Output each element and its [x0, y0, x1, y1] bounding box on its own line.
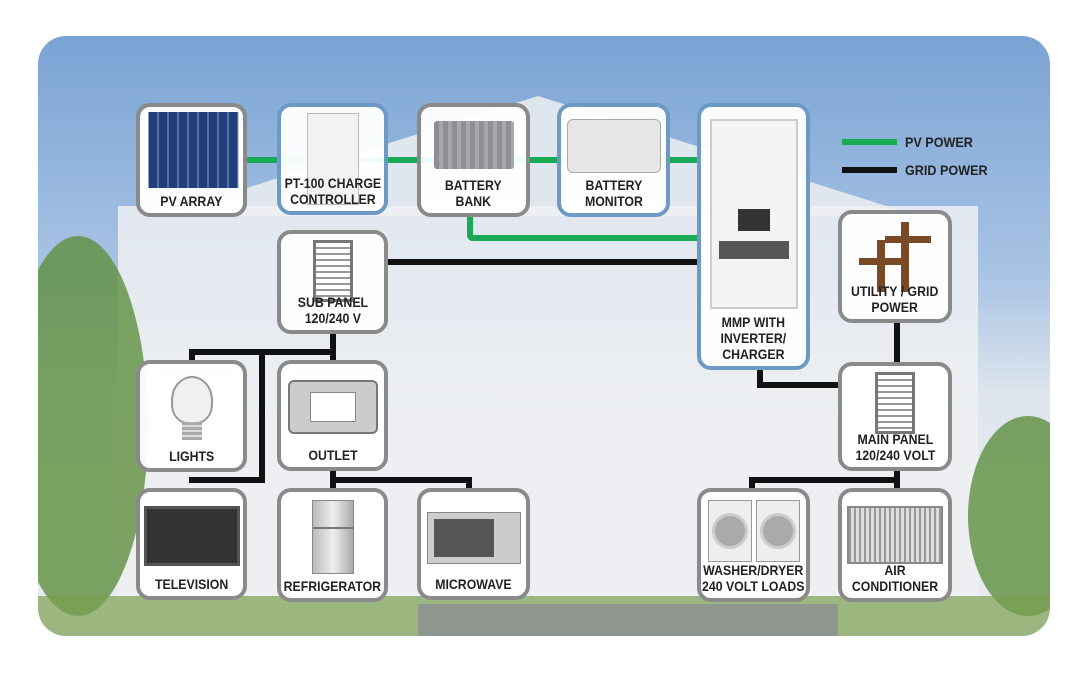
- battery-monitor-label-1: BATTERY: [585, 177, 642, 193]
- battery-bank-label-2: BANK: [455, 193, 492, 209]
- sub-panel-node: SUB PANEL 120/240 V: [277, 230, 388, 334]
- breaker-panel-icon: [875, 372, 915, 434]
- mmp-inverter-node: MMP WITH INVERTER/CHARGER: [697, 103, 810, 370]
- battery-bank-node: BATTERY BANK: [417, 103, 530, 217]
- main-panel-label-1: MAIN PANEL: [857, 431, 933, 447]
- charge-controller-node: PT-100 CHARGE CONTROLLER: [277, 103, 388, 215]
- outlet-label: OUTLET: [307, 447, 358, 463]
- legend-pv-label: PV POWER: [905, 134, 973, 150]
- battery-monitor-label-2: MONITOR: [584, 193, 643, 209]
- pv-array-node: PV ARRAY: [136, 103, 247, 217]
- washer-dryer-icon: [707, 500, 800, 562]
- washer-dryer-node: WASHER/DRYER 240 VOLT LOADS: [697, 488, 810, 602]
- battery-monitor-icon: [566, 119, 661, 173]
- utility-label-2: POWER: [871, 299, 919, 315]
- air-conditioner-label-1: AIR: [884, 562, 906, 578]
- mmp-label-3: CHARGER: [722, 346, 785, 362]
- utility-grid-node: UTILITY / GRID POWER: [838, 210, 952, 323]
- microwave-node: MICROWAVE: [417, 488, 530, 600]
- pv-array-label: PV ARRAY: [160, 193, 223, 209]
- charge-controller-label-1: PT-100 CHARGE: [284, 175, 381, 191]
- battery-monitor-node: BATTERY MONITOR: [557, 103, 670, 217]
- refrigerator-node: REFRIGERATOR: [277, 488, 388, 602]
- grid-line-tv2: [189, 477, 265, 483]
- inverter-panel-icon: [709, 119, 798, 309]
- mmp-label-1: MMP WITH: [721, 314, 786, 330]
- battery-bank-label-1: BATTERY: [445, 177, 502, 193]
- utility-label-1: UTILITY / GRID: [851, 283, 939, 299]
- washer-dryer-label-2: 240 VOLT LOADS: [702, 578, 805, 594]
- pv-line-battery-mmp: [467, 235, 697, 241]
- light-bulb-icon: [170, 376, 213, 424]
- air-conditioner-icon: [847, 506, 943, 564]
- microwave-label: MICROWAVE: [435, 576, 512, 592]
- legend-pv-swatch: [842, 139, 897, 145]
- refrigerator-icon: [311, 500, 354, 574]
- microwave-icon: [426, 512, 521, 564]
- mmp-label-2: INVERTER/: [720, 330, 787, 346]
- grid-line-tv: [259, 349, 265, 483]
- grid-line-main-loads: [749, 477, 900, 483]
- television-label: TELEVISION: [154, 576, 229, 592]
- air-conditioner-node: AIR CONDITIONER: [838, 488, 952, 602]
- grid-line-utility: [894, 321, 900, 363]
- television-icon: [143, 506, 240, 566]
- grid-line-mmp-main2: [757, 382, 839, 388]
- outlet-icon: [287, 380, 378, 434]
- lights-node: LIGHTS: [136, 360, 247, 472]
- lights-label: LIGHTS: [168, 448, 215, 464]
- grid-line-subpanel-down: [330, 333, 336, 360]
- utility-pole-icon: [857, 222, 933, 292]
- washer-dryer-label-1: WASHER/DRYER: [703, 562, 804, 578]
- battery-icon: [433, 121, 514, 169]
- air-conditioner-label-2: CONDITIONER: [851, 578, 939, 594]
- main-panel-node: MAIN PANEL 120/240 VOLT: [838, 362, 952, 471]
- grid-line-subpanel-mmp: [388, 259, 697, 265]
- breaker-panel-icon: [312, 240, 353, 302]
- main-panel-label-2: 120/240 VOLT: [855, 447, 935, 463]
- refrigerator-label: REFRIGERATOR: [283, 578, 382, 594]
- television-node: TELEVISION: [136, 488, 247, 600]
- solar-panel-icon: [145, 112, 238, 188]
- outlet-node: OUTLET: [277, 360, 388, 471]
- legend-grid-label: GRID POWER: [905, 162, 988, 178]
- grid-line-microwave: [330, 477, 472, 483]
- sub-panel-label-1: SUB PANEL: [297, 294, 368, 310]
- grid-line-ac: [894, 470, 900, 489]
- sub-panel-label-2: 120/240 V: [304, 310, 361, 326]
- legend-grid-swatch: [842, 167, 897, 173]
- charge-controller-label-2: CONTROLLER: [289, 191, 376, 207]
